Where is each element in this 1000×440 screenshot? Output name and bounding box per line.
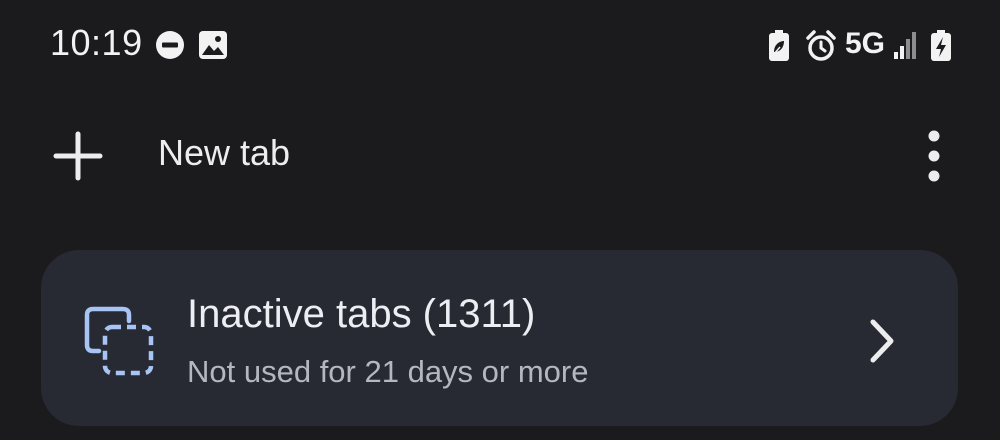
alarm-icon — [806, 30, 836, 61]
battery-charging-icon — [931, 30, 951, 61]
do-not-disturb-icon — [156, 31, 184, 59]
screen: 10:19 5G New tab Inactive tabs (1311) No… — [0, 0, 1000, 440]
inactive-tabs-title: Inactive tabs (1311) — [187, 292, 536, 336]
inactive-tabs-card[interactable]: Inactive tabs (1311) Not used for 21 day… — [41, 250, 958, 426]
new-tab-button[interactable]: New tab — [158, 132, 290, 174]
plus-icon[interactable] — [50, 128, 106, 184]
inactive-tabs-icon — [84, 306, 154, 376]
tab-switcher-toolbar: New tab — [0, 110, 1000, 200]
more-vert-icon[interactable] — [912, 126, 956, 186]
status-time: 10:19 — [50, 22, 143, 63]
network-type-label: 5G — [845, 27, 886, 60]
signal-icon — [894, 32, 916, 59]
chevron-right-icon — [870, 319, 894, 363]
inactive-tabs-subtitle: Not used for 21 days or more — [187, 354, 589, 389]
status-bar: 10:19 5G — [0, 0, 1000, 92]
battery-saver-icon — [769, 30, 789, 61]
image-icon — [199, 31, 227, 59]
